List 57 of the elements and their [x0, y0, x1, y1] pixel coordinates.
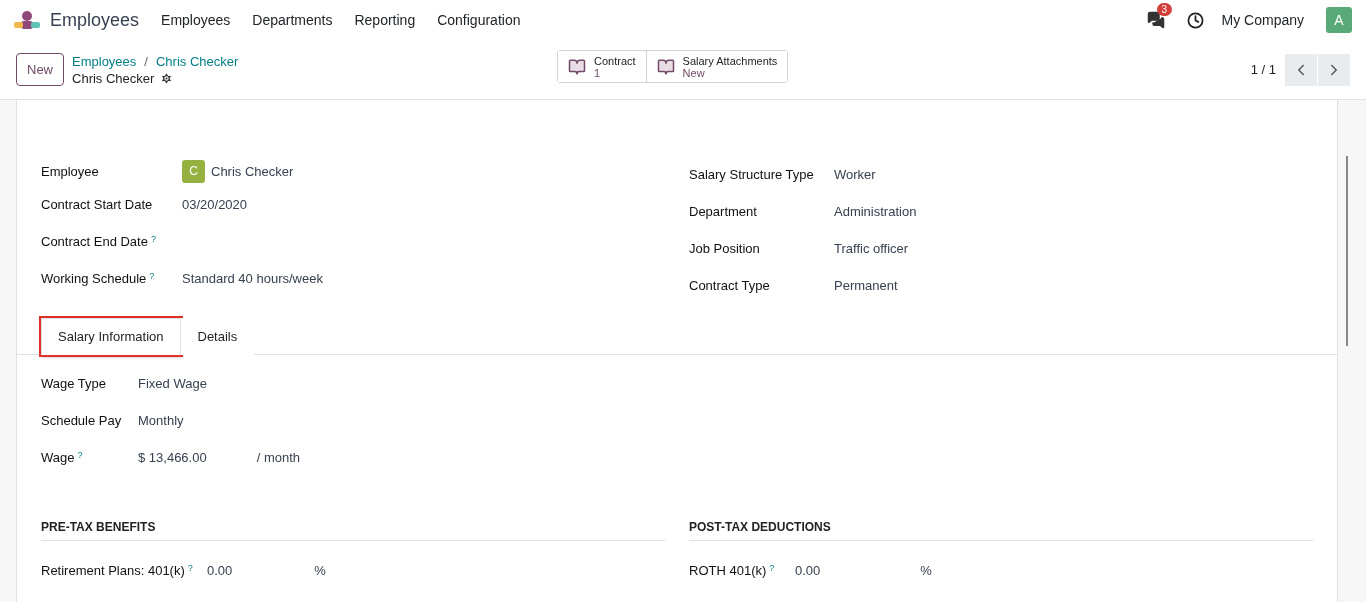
- pager-counter: 1 / 1: [1250, 62, 1276, 77]
- field-label: Wage: [41, 450, 75, 465]
- help-mark[interactable]: ?: [187, 563, 193, 573]
- field-value[interactable]: Monthly: [138, 413, 184, 428]
- menu-item[interactable]: Reporting: [354, 12, 416, 28]
- book-icon: [568, 57, 586, 76]
- field-label: Employee: [41, 163, 99, 179]
- record-title: Chris Checker: [72, 70, 155, 86]
- field-label: Contract End Date: [41, 234, 148, 249]
- menu-item[interactable]: Employees: [161, 12, 231, 28]
- new-button[interactable]: New: [16, 53, 64, 86]
- field-label: ROTH 401(k): [689, 563, 767, 578]
- clock-icon[interactable]: [1186, 11, 1204, 29]
- field-label: Department: [689, 204, 757, 219]
- field-label: Working Schedule: [41, 271, 147, 286]
- unit-label: %: [314, 563, 326, 578]
- people-logo-icon: [14, 10, 40, 30]
- settings-icon[interactable]: [160, 71, 174, 85]
- field-label: Contract Type: [689, 278, 770, 293]
- section-heading: POST-TAX DEDUCTIONS: [689, 520, 1313, 541]
- unit-label: / month: [256, 450, 301, 465]
- menu-item[interactable]: Departments: [252, 12, 333, 28]
- field-value[interactable]: 0.00: [795, 563, 821, 578]
- book-icon: [656, 57, 675, 76]
- tab[interactable]: Salary Information: [41, 318, 181, 355]
- breadcrumb-separator: /: [144, 53, 148, 69]
- help-mark[interactable]: ?: [149, 271, 155, 281]
- help-mark[interactable]: ?: [150, 234, 156, 244]
- field-label: Job Position: [689, 241, 760, 256]
- field-value[interactable]: Chris Checker: [211, 163, 294, 179]
- field-value[interactable]: Standard 40 hours/week: [182, 271, 323, 286]
- count-badge: 3: [1156, 3, 1173, 16]
- employee-avatar: C: [182, 159, 205, 183]
- company-switcher[interactable]: My Company: [1221, 12, 1304, 28]
- help-mark[interactable]: ?: [77, 450, 83, 460]
- section-heading: PRE-TAX BENEFITS: [41, 520, 665, 541]
- field-label: Contract Start Date: [41, 197, 153, 212]
- field-label: Salary Structure Type: [689, 167, 814, 182]
- field-label: Retirement Plans: 401(k): [41, 563, 185, 578]
- field-label: Wage Type: [41, 376, 107, 391]
- field-value[interactable]: $ 13,466.00: [138, 450, 207, 465]
- app-title[interactable]: Employees: [50, 9, 140, 31]
- menu-item[interactable]: Configuration: [437, 12, 521, 28]
- breadcrumb-link[interactable]: Employees: [72, 53, 137, 69]
- unit-label: %: [920, 563, 932, 578]
- field-value[interactable]: 0.00: [207, 563, 233, 578]
- breadcrumb-link[interactable]: Chris Checker: [155, 53, 239, 69]
- smart-button[interactable]: Salary Attachments New: [645, 51, 788, 82]
- field-label: Schedule Pay: [41, 413, 122, 428]
- field-value[interactable]: Fixed Wage: [138, 376, 207, 391]
- field-value[interactable]: Permanent: [834, 278, 898, 293]
- field-value[interactable]: Administration: [834, 204, 917, 219]
- help-mark[interactable]: ?: [769, 563, 775, 573]
- field-value[interactable]: 03/20/2020: [182, 197, 248, 212]
- field-value[interactable]: Traffic officer: [834, 241, 909, 256]
- field-value[interactable]: Worker: [834, 167, 876, 182]
- chat-icon[interactable]: [1146, 11, 1165, 29]
